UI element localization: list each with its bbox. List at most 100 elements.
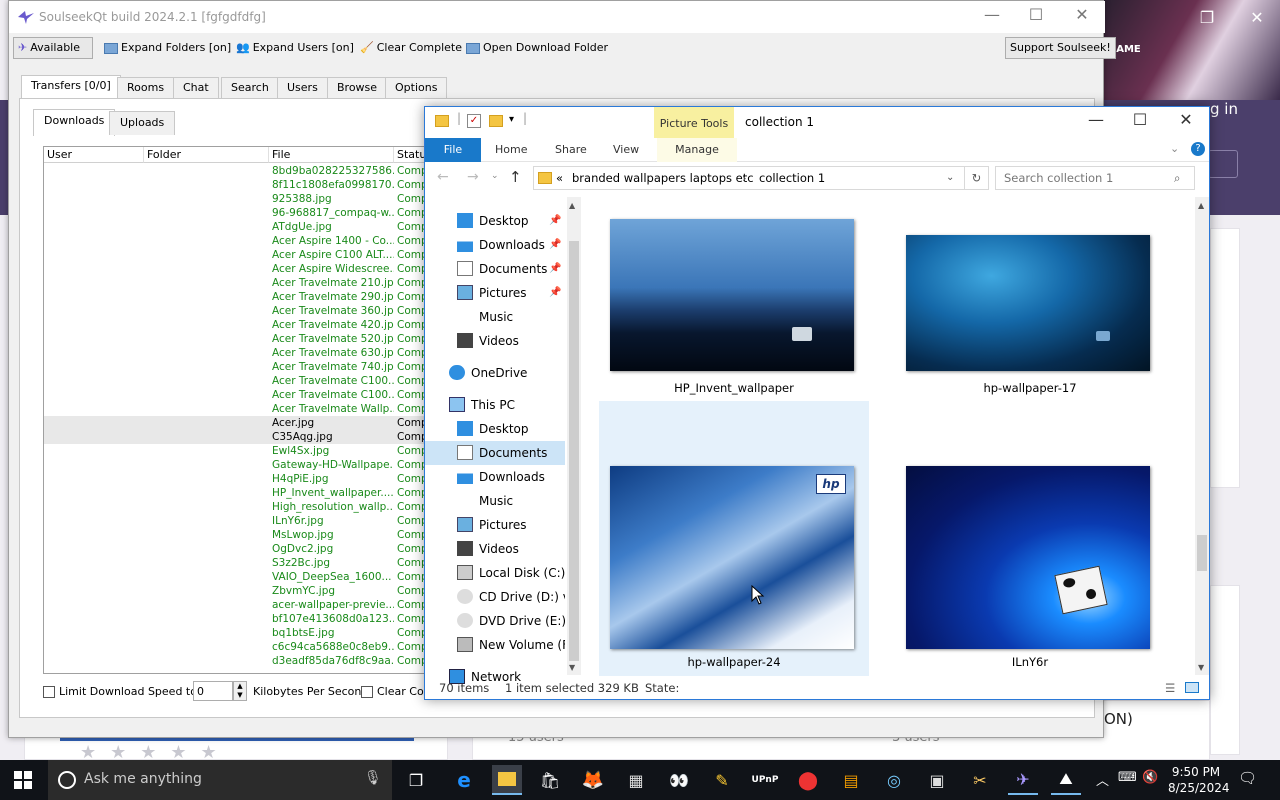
navigation-pane[interactable]: Desktop 📌 Downloads 📌 Documents 📌 Pictures 📌 Mus…	[425, 197, 580, 684]
cortana-search-box[interactable]: Ask me anything 🎙	[48, 760, 392, 800]
volume-muted-icon[interactable]: 🔇	[1142, 770, 1158, 785]
notifications-icon[interactable]: 🗨	[1238, 769, 1257, 787]
nav-item-downloads[interactable]: Downloads 📌	[425, 233, 565, 257]
back-arrow-icon[interactable]: ←	[437, 169, 449, 185]
navigation-scrollbar[interactable]: ▲ ▼	[567, 197, 581, 675]
scroll-down-icon[interactable]: ▼	[569, 663, 575, 672]
limit-speed-checkbox[interactable]: Limit Download Speed to	[43, 685, 197, 698]
nav-item-music[interactable]: Music	[425, 305, 565, 329]
nav-item-desktop[interactable]: Desktop 📌	[425, 209, 565, 233]
help-icon[interactable]: ?	[1191, 142, 1205, 156]
column-header-file[interactable]: File	[269, 147, 394, 163]
speed-spinner[interactable]: ▲ ▼	[233, 681, 247, 701]
large-icons-view-icon[interactable]	[1185, 682, 1199, 693]
maximize-button[interactable]: ☐	[1013, 5, 1059, 24]
status-available-button[interactable]: ✈ Available	[13, 37, 93, 59]
refresh-icon[interactable]: ↻	[964, 167, 988, 189]
nav-item-local-disk-c[interactable]: Local Disk (C:)	[425, 561, 565, 585]
file-item-selected[interactable]: hp hp-wallpaper-24	[599, 401, 869, 676]
ribbon-tab-home[interactable]: Home	[481, 138, 541, 162]
app-folder-icon[interactable]: ✂	[965, 765, 995, 795]
minimize-button[interactable]: —	[969, 5, 1015, 24]
tab-chat[interactable]: Chat	[173, 77, 219, 99]
recent-locations-icon[interactable]: ⌄	[491, 171, 499, 181]
subtab-downloads[interactable]: Downloads	[33, 109, 116, 136]
clear-complete-checkbox[interactable]: Clear Con	[361, 685, 431, 698]
task-view-icon[interactable]: ❐	[401, 765, 431, 795]
properties-icon[interactable]: ✓	[467, 114, 481, 128]
network-tray-icon[interactable]: ⌨	[1118, 770, 1137, 785]
column-header-folder[interactable]: Folder	[144, 147, 269, 163]
nav-item-dvd-drive-e-vi[interactable]: DVD Drive (E:) vi	[425, 609, 565, 633]
expand-users-button[interactable]: 👥 Expand Users [on]	[231, 37, 359, 59]
upnp-icon[interactable]: UPnP	[750, 765, 780, 795]
soulseek-titlebar[interactable]: SoulseekQt build 2024.2.1 [fgfgdfdfg] — …	[9, 1, 1105, 33]
clear-complete-button[interactable]: 🧹 Clear Complete	[355, 37, 467, 59]
explorer-maximize-button[interactable]: ☐	[1117, 110, 1163, 129]
file-explorer-taskbar-icon[interactable]	[492, 765, 522, 795]
scroll-up-icon[interactable]: ▲	[1198, 201, 1204, 210]
start-button[interactable]	[8, 765, 38, 795]
scroll-down-icon[interactable]: ▼	[1198, 663, 1204, 672]
soulseek-taskbar-icon[interactable]: ✈	[1008, 765, 1038, 795]
search-box[interactable]: Search collection 1 ⌕	[995, 166, 1195, 190]
login-text-fragment[interactable]: g in	[1210, 100, 1238, 118]
nav-item-this-pc[interactable]: This PC	[425, 393, 565, 417]
address-bar[interactable]: « branded wallpapers laptops etc › colle…	[533, 166, 989, 190]
app-window-icon[interactable]: ▣	[922, 765, 952, 795]
address-dropdown-icon[interactable]: ⌄	[946, 167, 954, 189]
nav-item-cd-drive-d-virt[interactable]: CD Drive (D:) virt	[425, 585, 565, 609]
open-download-folder-button[interactable]: Open Download Folder	[461, 37, 613, 59]
bg-button[interactable]	[1208, 150, 1238, 178]
breadcrumb-branded-wallpapers[interactable]: branded wallpapers laptops etc	[572, 167, 754, 189]
content-scrollbar[interactable]: ▲ ▼	[1195, 197, 1209, 675]
file-item[interactable]: ILnY6r	[895, 401, 1165, 676]
nav-item-downloads[interactable]: Downloads	[425, 465, 565, 489]
scroll-up-icon[interactable]: ▲	[569, 201, 575, 210]
edge-icon[interactable]: e	[449, 765, 479, 795]
app-red-icon[interactable]: ⬤	[793, 765, 823, 795]
bg-close-icon[interactable]: ✕	[1234, 8, 1280, 27]
support-soulseek-button[interactable]: Support Soulseek!	[1005, 37, 1116, 59]
ribbon-tab-manage[interactable]: Manage	[657, 138, 737, 162]
app-orange-icon[interactable]: ▤	[836, 765, 866, 795]
tab-browse[interactable]: Browse	[327, 77, 388, 99]
nav-item-onedrive[interactable]: OneDrive	[425, 361, 565, 385]
nav-item-music[interactable]: Music	[425, 489, 565, 513]
store-icon[interactable]: 🛍	[535, 765, 565, 795]
nav-item-videos[interactable]: Videos	[425, 537, 565, 561]
explorer-titlebar[interactable]: | ✓ ▾ | Picture Tools collection 1 — ☐ ✕	[425, 107, 1209, 138]
tab-transfers[interactable]: Transfers [0/0]	[21, 75, 121, 100]
calculator-icon[interactable]: ▦	[621, 765, 651, 795]
nav-item-videos[interactable]: Videos	[425, 329, 565, 353]
ribbon-tab-share[interactable]: Share	[541, 138, 601, 162]
quick-access-dropdown-icon[interactable]: ▾	[509, 114, 514, 125]
nav-item-documents[interactable]: Documents 📌	[425, 257, 565, 281]
explorer-close-button[interactable]: ✕	[1163, 110, 1209, 129]
tab-rooms[interactable]: Rooms	[117, 77, 175, 99]
nav-item-desktop[interactable]: Desktop	[425, 417, 565, 441]
nav-item-pictures[interactable]: Pictures	[425, 513, 565, 537]
ribbon-tab-view[interactable]: View	[599, 138, 653, 162]
explorer-minimize-button[interactable]: —	[1073, 110, 1119, 129]
app-globe-icon[interactable]: ◎	[879, 765, 909, 795]
subtab-uploads[interactable]: Uploads	[109, 111, 176, 135]
tab-users[interactable]: Users	[277, 77, 328, 99]
nav-item-new-volume-f[interactable]: New Volume (F:)	[425, 633, 565, 657]
forward-arrow-icon[interactable]: →	[467, 169, 479, 185]
ribbon-expand-icon[interactable]: ⌄	[1170, 142, 1179, 155]
close-button[interactable]: ✕	[1059, 5, 1105, 24]
bg-restore-icon[interactable]: ❐	[1184, 8, 1230, 27]
clock[interactable]: 9:50 PM 8/25/2024	[1168, 764, 1230, 796]
breadcrumb-collection-1[interactable]: collection 1	[759, 167, 825, 189]
up-arrow-icon[interactable]: ↑	[509, 168, 522, 186]
tab-options[interactable]: Options	[385, 77, 448, 99]
tray-chevron-icon[interactable]: ︿	[1096, 770, 1109, 789]
scroll-thumb[interactable]	[1197, 535, 1207, 571]
expand-folders-button[interactable]: Expand Folders [on]	[99, 37, 236, 59]
new-folder-icon[interactable]	[489, 115, 503, 127]
scroll-thumb[interactable]	[569, 241, 579, 661]
microphone-icon[interactable]: 🎙	[364, 770, 382, 786]
nav-item-pictures[interactable]: Pictures 📌	[425, 281, 565, 305]
address-overflow[interactable]: «	[556, 167, 563, 189]
